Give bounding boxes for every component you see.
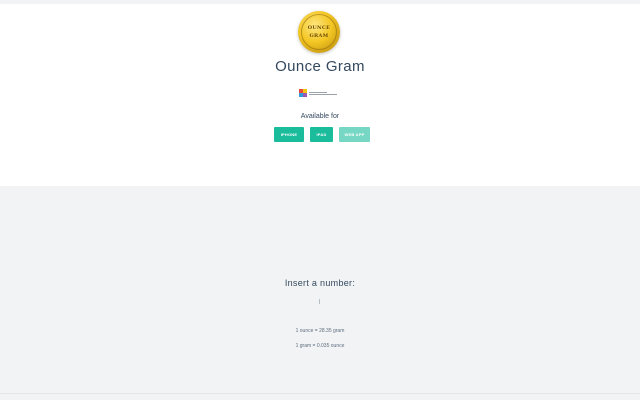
developer-logo[interactable] [299,88,343,98]
app-header: OUNCE GRAM Ounce Gram Available for IPHO… [0,4,640,186]
gram-to-ounce-result: 1 gram = 0.035 ounce [295,343,345,349]
text-cursor [319,299,320,304]
logo-text-line1: OUNCE [307,25,331,31]
ipad-button[interactable]: IPAD [310,127,333,142]
coin-logo-icon: OUNCE GRAM [298,11,340,53]
iphone-button[interactable]: IPHONE [274,127,304,142]
developer-mark-icon [299,89,307,97]
number-input[interactable] [278,295,362,307]
logo-text-line2: GRAM [309,33,329,39]
available-for-label: Available for [300,113,340,120]
app-title: Ounce Gram [275,58,365,75]
developer-wordmark-icon [309,91,337,95]
ounce-to-gram-result: 1 ounce = 28.35 gram [295,328,345,334]
insert-number-label: Insert a number: [284,278,356,288]
web-app-button[interactable]: WEB APP [339,127,370,142]
bottom-divider [0,393,640,394]
